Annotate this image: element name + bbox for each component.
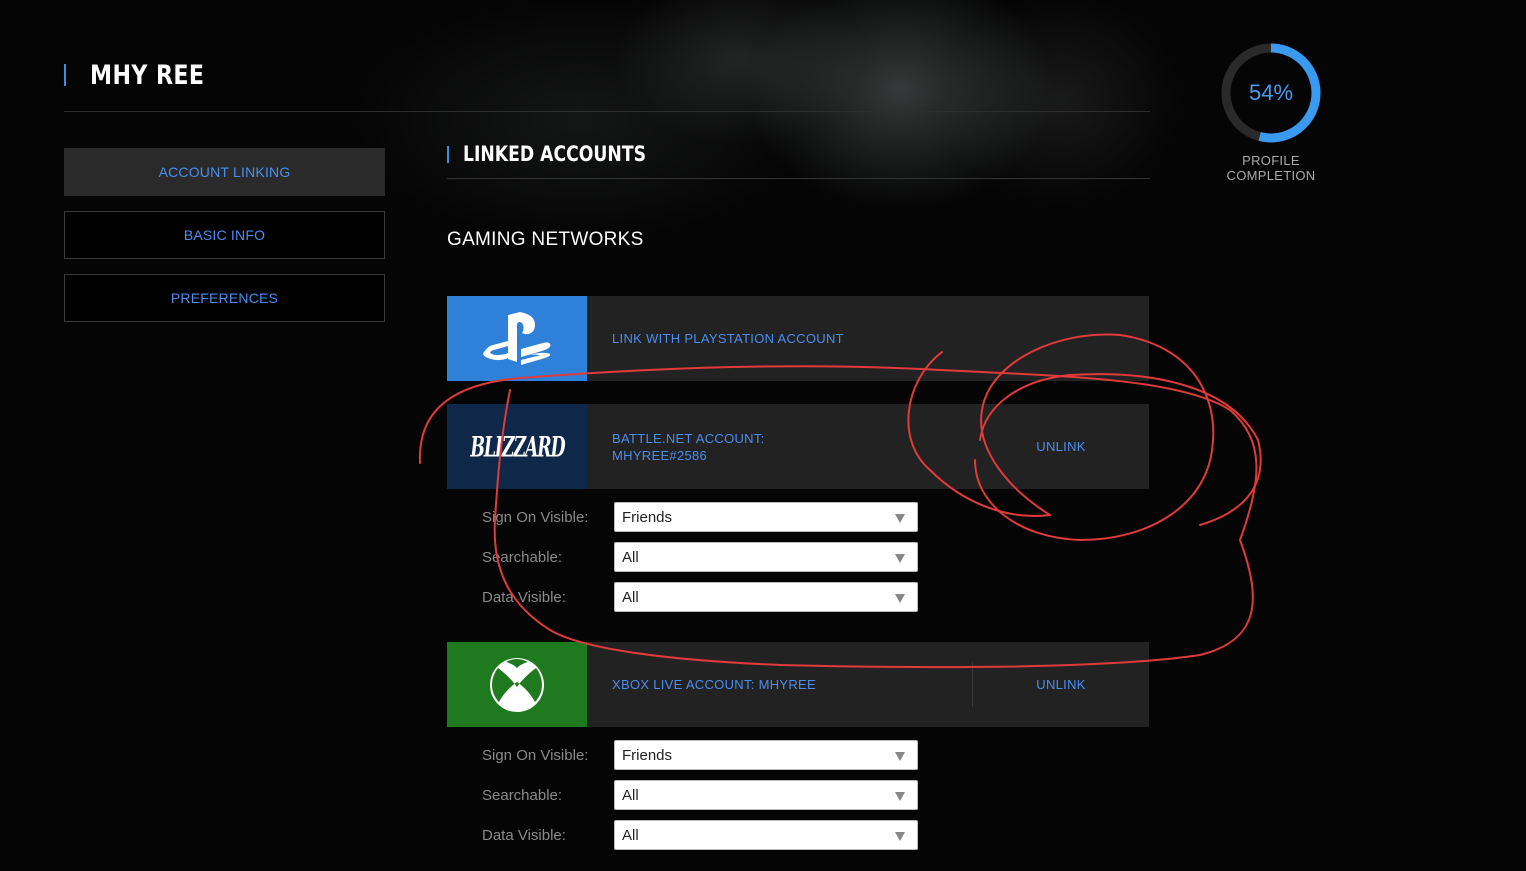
setting-label: Searchable:: [482, 786, 563, 804]
xbox-searchable-row: Searchable: All: [482, 779, 918, 811]
gaming-networks-title: GAMING NETWORKS: [447, 229, 644, 250]
accent-bar: [447, 145, 449, 163]
select-value: Friends: [622, 746, 673, 764]
battlenet-data-visible-row: Data Visible: All: [482, 581, 918, 613]
user-name: MHY REE: [90, 59, 205, 91]
dropdown-caret-icon: [895, 594, 905, 603]
blizzard-logo: BLIZZARD: [447, 404, 587, 489]
setting-label: Data Visible:: [482, 588, 566, 606]
sidebar-item-account-linking[interactable]: ACCOUNT LINKING: [64, 148, 385, 196]
section-divider: [447, 178, 1150, 179]
dropdown-caret-icon: [895, 832, 905, 841]
select-value: All: [622, 548, 639, 566]
xbox-searchable-select[interactable]: All: [614, 780, 918, 810]
setting-label: Searchable:: [482, 548, 563, 566]
xbox-icon: [447, 642, 587, 727]
sidebar-item-label: PREFERENCES: [170, 290, 279, 306]
user-header: MHY REE: [64, 56, 230, 94]
battlenet-searchable-row: Searchable: All: [482, 541, 918, 573]
link-playstation-link[interactable]: LINK WITH PLAYSTATION ACCOUNT: [612, 296, 844, 381]
xbox-data-visible-select[interactable]: All: [614, 820, 918, 850]
setting-label: Data Visible:: [482, 826, 566, 844]
battlenet-sign-on-visible-select[interactable]: Friends: [614, 502, 918, 532]
battlenet-searchable-select[interactable]: All: [614, 542, 918, 572]
profile-completion-value: 54%: [1248, 80, 1294, 105]
battlenet-sign-on-visible-row: Sign On Visible: Friends: [482, 501, 918, 533]
battlenet-account-label: BATTLE.NET ACCOUNT: MHYREE#2586: [612, 430, 765, 463]
dropdown-caret-icon: [895, 792, 905, 801]
xbox-card: XBOX LIVE ACCOUNT: MHYREE UNLINK: [447, 642, 1149, 727]
select-value: All: [622, 826, 639, 844]
setting-label: Sign On Visible:: [482, 508, 589, 526]
sidebar-item-label: BASIC INFO: [183, 227, 266, 243]
section-title: LINKED ACCOUNTS: [447, 142, 686, 166]
xbox-sign-on-visible-select[interactable]: Friends: [614, 740, 918, 770]
select-value: All: [622, 786, 639, 804]
profile-completion-ring: 54%: [1220, 42, 1322, 144]
battlenet-card: BLIZZARD BATTLE.NET ACCOUNT: MHYREE#2586…: [447, 404, 1149, 489]
sidebar-item-preferences[interactable]: PREFERENCES: [64, 274, 385, 322]
dropdown-caret-icon: [895, 752, 905, 761]
page: MHY REE ACCOUNT LINKING BASIC INFO PREFE…: [0, 0, 1526, 871]
accent-bar: [64, 64, 66, 86]
playstation-card: LINK WITH PLAYSTATION ACCOUNT: [447, 296, 1149, 381]
unlink-battlenet-button[interactable]: UNLINK: [973, 404, 1149, 489]
header-divider: [64, 111, 1150, 112]
select-value: Friends: [622, 508, 673, 526]
xbox-account-label: XBOX LIVE ACCOUNT: MHYREE: [612, 677, 816, 692]
xbox-data-visible-row: Data Visible: All: [482, 819, 918, 851]
sidebar-item-label: ACCOUNT LINKING: [158, 164, 291, 180]
select-value: All: [622, 588, 639, 606]
unlink-xbox-button[interactable]: UNLINK: [972, 662, 1149, 707]
linked-accounts-title: LINKED ACCOUNTS: [463, 142, 646, 166]
dropdown-caret-icon: [895, 514, 905, 523]
setting-label: Sign On Visible:: [482, 746, 589, 764]
profile-completion-label: PROFILE COMPLETION: [1226, 153, 1316, 183]
battlenet-data-visible-select[interactable]: All: [614, 582, 918, 612]
playstation-icon: [447, 296, 587, 381]
xbox-sign-on-visible-row: Sign On Visible: Friends: [482, 739, 918, 771]
sidebar-item-basic-info[interactable]: BASIC INFO: [64, 211, 385, 259]
dropdown-caret-icon: [895, 554, 905, 563]
